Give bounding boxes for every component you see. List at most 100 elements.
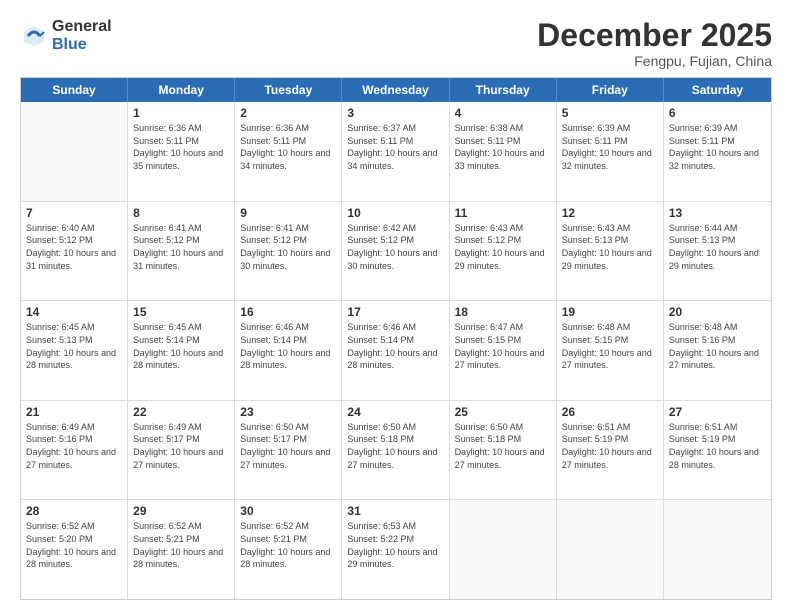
calendar-cell: 8 Sunrise: 6:41 AM Sunset: 5:12 PM Dayli…: [128, 202, 235, 301]
calendar-cell: 20 Sunrise: 6:48 AM Sunset: 5:16 PM Dayl…: [664, 301, 771, 400]
sunset-text: Sunset: 5:11 PM: [669, 135, 766, 148]
calendar-cell: 24 Sunrise: 6:50 AM Sunset: 5:18 PM Dayl…: [342, 401, 449, 500]
day-number: 4: [455, 106, 551, 120]
daylight-text: Daylight: 10 hours and 28 minutes.: [26, 347, 122, 372]
daylight-text: Daylight: 10 hours and 30 minutes.: [347, 247, 443, 272]
sun-info: Sunrise: 6:46 AM Sunset: 5:14 PM Dayligh…: [347, 321, 443, 371]
daylight-text: Daylight: 10 hours and 28 minutes.: [347, 347, 443, 372]
sun-info: Sunrise: 6:50 AM Sunset: 5:18 PM Dayligh…: [347, 421, 443, 471]
sunrise-text: Sunrise: 6:38 AM: [455, 122, 551, 135]
sunset-text: Sunset: 5:16 PM: [669, 334, 766, 347]
page: General Blue December 2025 Fengpu, Fujia…: [0, 0, 792, 612]
calendar-cell: 6 Sunrise: 6:39 AM Sunset: 5:11 PM Dayli…: [664, 102, 771, 201]
day-number: 14: [26, 305, 122, 319]
sunrise-text: Sunrise: 6:51 AM: [669, 421, 766, 434]
day-number: 20: [669, 305, 766, 319]
sunset-text: Sunset: 5:15 PM: [455, 334, 551, 347]
sunrise-text: Sunrise: 6:51 AM: [562, 421, 658, 434]
daylight-text: Daylight: 10 hours and 27 minutes.: [562, 446, 658, 471]
title-block: December 2025 Fengpu, Fujian, China: [537, 18, 772, 69]
sunrise-text: Sunrise: 6:48 AM: [562, 321, 658, 334]
calendar-cell: [21, 102, 128, 201]
sun-info: Sunrise: 6:41 AM Sunset: 5:12 PM Dayligh…: [133, 222, 229, 272]
sunrise-text: Sunrise: 6:37 AM: [347, 122, 443, 135]
day-number: 18: [455, 305, 551, 319]
calendar-cell: 16 Sunrise: 6:46 AM Sunset: 5:14 PM Dayl…: [235, 301, 342, 400]
daylight-text: Daylight: 10 hours and 27 minutes.: [26, 446, 122, 471]
sun-info: Sunrise: 6:38 AM Sunset: 5:11 PM Dayligh…: [455, 122, 551, 172]
sunrise-text: Sunrise: 6:52 AM: [26, 520, 122, 533]
daylight-text: Daylight: 10 hours and 27 minutes.: [455, 446, 551, 471]
daylight-text: Daylight: 10 hours and 35 minutes.: [133, 147, 229, 172]
sunset-text: Sunset: 5:18 PM: [347, 433, 443, 446]
daylight-text: Daylight: 10 hours and 28 minutes.: [240, 347, 336, 372]
daylight-text: Daylight: 10 hours and 28 minutes.: [26, 546, 122, 571]
sun-info: Sunrise: 6:47 AM Sunset: 5:15 PM Dayligh…: [455, 321, 551, 371]
calendar-cell: [450, 500, 557, 599]
sun-info: Sunrise: 6:36 AM Sunset: 5:11 PM Dayligh…: [133, 122, 229, 172]
day-number: 2: [240, 106, 336, 120]
calendar-cell: 17 Sunrise: 6:46 AM Sunset: 5:14 PM Dayl…: [342, 301, 449, 400]
sunrise-text: Sunrise: 6:36 AM: [133, 122, 229, 135]
daylight-text: Daylight: 10 hours and 27 minutes.: [347, 446, 443, 471]
day-number: 7: [26, 206, 122, 220]
calendar-cell: 21 Sunrise: 6:49 AM Sunset: 5:16 PM Dayl…: [21, 401, 128, 500]
calendar: SundayMondayTuesdayWednesdayThursdayFrid…: [20, 77, 772, 600]
sunrise-text: Sunrise: 6:45 AM: [133, 321, 229, 334]
daylight-text: Daylight: 10 hours and 28 minutes.: [669, 446, 766, 471]
sunrise-text: Sunrise: 6:41 AM: [133, 222, 229, 235]
sun-info: Sunrise: 6:50 AM Sunset: 5:17 PM Dayligh…: [240, 421, 336, 471]
sunrise-text: Sunrise: 6:50 AM: [240, 421, 336, 434]
calendar-row: 14 Sunrise: 6:45 AM Sunset: 5:13 PM Dayl…: [21, 301, 771, 401]
day-number: 6: [669, 106, 766, 120]
day-number: 15: [133, 305, 229, 319]
weekday-header: Friday: [557, 78, 664, 102]
day-number: 27: [669, 405, 766, 419]
sunset-text: Sunset: 5:13 PM: [562, 234, 658, 247]
sunset-text: Sunset: 5:21 PM: [240, 533, 336, 546]
sun-info: Sunrise: 6:45 AM Sunset: 5:13 PM Dayligh…: [26, 321, 122, 371]
sunrise-text: Sunrise: 6:49 AM: [133, 421, 229, 434]
day-number: 16: [240, 305, 336, 319]
daylight-text: Daylight: 10 hours and 30 minutes.: [240, 247, 336, 272]
day-number: 1: [133, 106, 229, 120]
day-number: 17: [347, 305, 443, 319]
daylight-text: Daylight: 10 hours and 32 minutes.: [669, 147, 766, 172]
sunset-text: Sunset: 5:13 PM: [669, 234, 766, 247]
daylight-text: Daylight: 10 hours and 34 minutes.: [347, 147, 443, 172]
day-number: 28: [26, 504, 122, 518]
calendar-cell: 28 Sunrise: 6:52 AM Sunset: 5:20 PM Dayl…: [21, 500, 128, 599]
sun-info: Sunrise: 6:50 AM Sunset: 5:18 PM Dayligh…: [455, 421, 551, 471]
calendar-cell: 18 Sunrise: 6:47 AM Sunset: 5:15 PM Dayl…: [450, 301, 557, 400]
sun-info: Sunrise: 6:39 AM Sunset: 5:11 PM Dayligh…: [669, 122, 766, 172]
sunset-text: Sunset: 5:12 PM: [26, 234, 122, 247]
sunrise-text: Sunrise: 6:46 AM: [240, 321, 336, 334]
daylight-text: Daylight: 10 hours and 33 minutes.: [455, 147, 551, 172]
day-number: 13: [669, 206, 766, 220]
calendar-cell: 31 Sunrise: 6:53 AM Sunset: 5:22 PM Dayl…: [342, 500, 449, 599]
sunrise-text: Sunrise: 6:44 AM: [669, 222, 766, 235]
day-number: 9: [240, 206, 336, 220]
daylight-text: Daylight: 10 hours and 29 minutes.: [669, 247, 766, 272]
day-number: 25: [455, 405, 551, 419]
calendar-cell: 25 Sunrise: 6:50 AM Sunset: 5:18 PM Dayl…: [450, 401, 557, 500]
sun-info: Sunrise: 6:46 AM Sunset: 5:14 PM Dayligh…: [240, 321, 336, 371]
sunrise-text: Sunrise: 6:40 AM: [26, 222, 122, 235]
calendar-cell: 3 Sunrise: 6:37 AM Sunset: 5:11 PM Dayli…: [342, 102, 449, 201]
sunrise-text: Sunrise: 6:36 AM: [240, 122, 336, 135]
day-number: 23: [240, 405, 336, 419]
calendar-cell: 12 Sunrise: 6:43 AM Sunset: 5:13 PM Dayl…: [557, 202, 664, 301]
weekday-header: Wednesday: [342, 78, 449, 102]
sun-info: Sunrise: 6:48 AM Sunset: 5:15 PM Dayligh…: [562, 321, 658, 371]
sun-info: Sunrise: 6:53 AM Sunset: 5:22 PM Dayligh…: [347, 520, 443, 570]
location-subtitle: Fengpu, Fujian, China: [537, 53, 772, 69]
daylight-text: Daylight: 10 hours and 34 minutes.: [240, 147, 336, 172]
sunrise-text: Sunrise: 6:50 AM: [347, 421, 443, 434]
sunrise-text: Sunrise: 6:50 AM: [455, 421, 551, 434]
sun-info: Sunrise: 6:43 AM Sunset: 5:13 PM Dayligh…: [562, 222, 658, 272]
calendar-row: 1 Sunrise: 6:36 AM Sunset: 5:11 PM Dayli…: [21, 102, 771, 202]
daylight-text: Daylight: 10 hours and 28 minutes.: [240, 546, 336, 571]
sunset-text: Sunset: 5:12 PM: [455, 234, 551, 247]
sunset-text: Sunset: 5:11 PM: [133, 135, 229, 148]
calendar-cell: 5 Sunrise: 6:39 AM Sunset: 5:11 PM Dayli…: [557, 102, 664, 201]
